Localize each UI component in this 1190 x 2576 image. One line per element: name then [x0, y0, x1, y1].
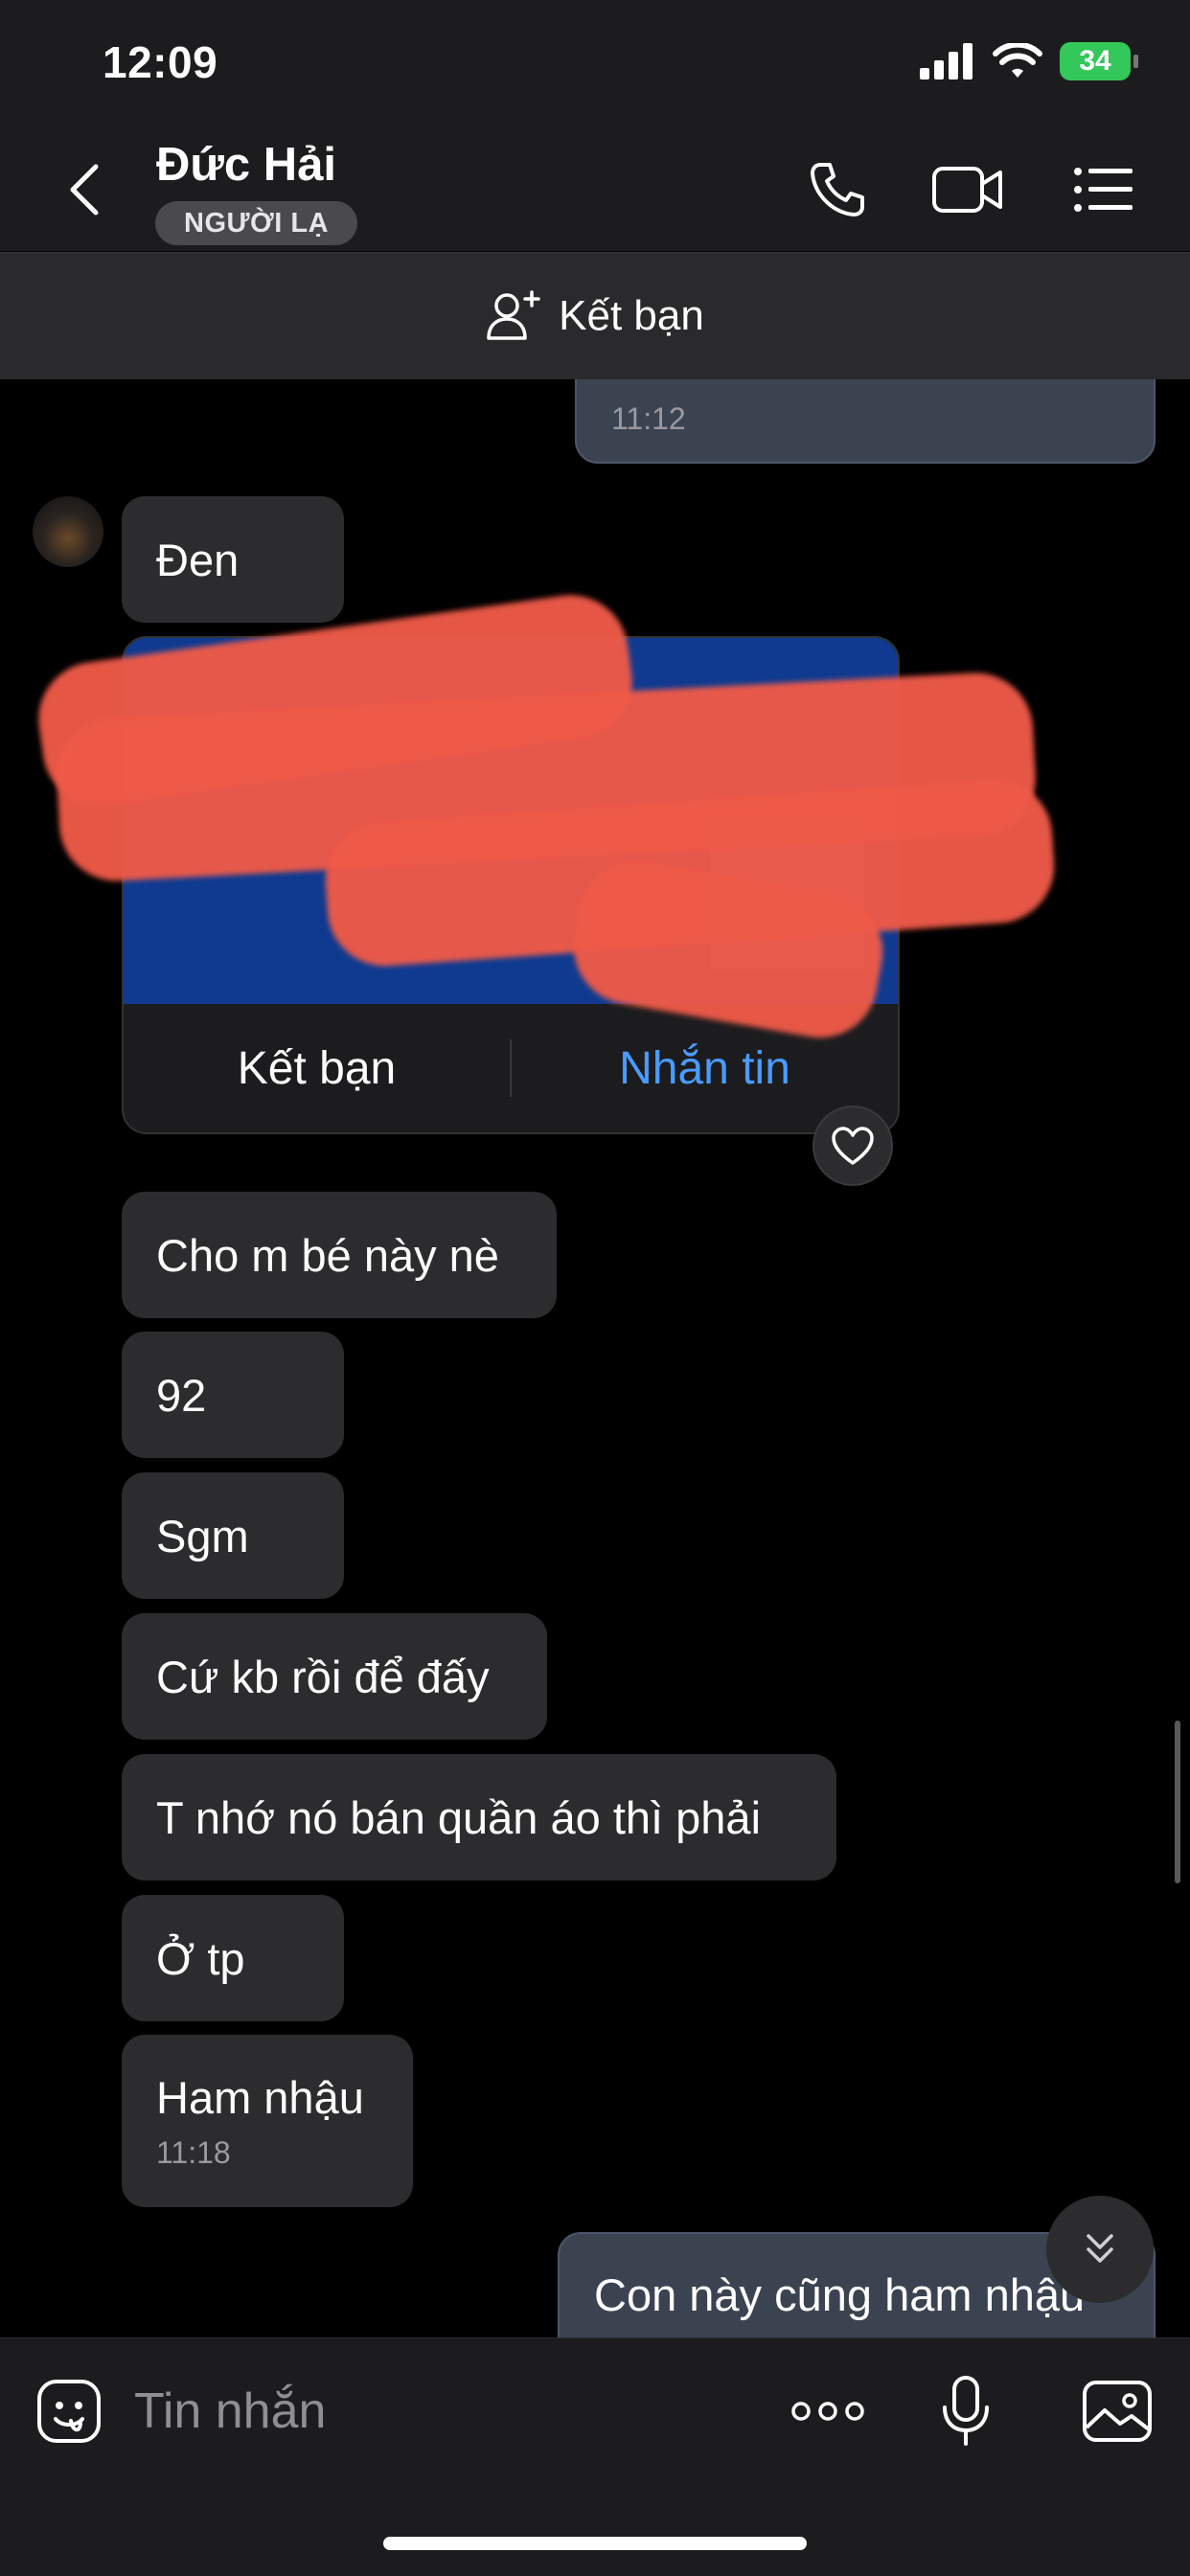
incoming-message[interactable]: Cứ kb rồi để đấy [122, 1613, 547, 1740]
incoming-message[interactable]: Đen [122, 496, 344, 623]
more-options-button[interactable] [790, 2373, 866, 2450]
outgoing-message[interactable]: 11:12 [575, 379, 1156, 464]
status-time: 12:09 [103, 37, 218, 87]
incoming-message[interactable]: T nhớ nó bán quần áo thì phải [122, 1754, 836, 1881]
add-user-icon [487, 290, 540, 340]
sticker-button[interactable] [31, 2373, 107, 2450]
voice-record-button[interactable] [927, 2373, 1004, 2450]
sticker-icon [37, 2380, 101, 2443]
scrollbar[interactable] [1175, 1721, 1180, 1883]
scroll-to-bottom-button[interactable] [1046, 2196, 1154, 2303]
back-button[interactable] [56, 161, 113, 218]
message-text: Con này cũng ham nhậu [594, 2269, 1086, 2320]
message-text: 92 [156, 1369, 207, 1421]
video-call-button[interactable] [931, 159, 1004, 220]
message-timestamp: 11:12 [611, 401, 686, 436]
message-input[interactable] [134, 2381, 728, 2442]
microphone-icon [943, 2376, 989, 2446]
more-dots-icon [791, 2402, 864, 2421]
card-message-button[interactable]: Nhắn tin [512, 1042, 898, 1095]
video-camera-icon [932, 167, 1002, 213]
incoming-message[interactable]: Ở tp [122, 1895, 344, 2021]
contact-name[interactable]: Đức Hải [156, 138, 336, 192]
incoming-message[interactable]: 92 [122, 1332, 344, 1458]
message-text: Ham nhậu [156, 2072, 364, 2123]
avatar[interactable] [33, 496, 103, 567]
heart-icon [832, 1127, 874, 1165]
message-text: T nhớ nó bán quần áo thì phải [156, 1791, 762, 1843]
image-icon [1083, 2381, 1152, 2442]
list-menu-icon [1074, 168, 1133, 212]
incoming-message[interactable]: Sgm [122, 1472, 344, 1599]
message-text: Đen [156, 534, 240, 585]
add-friend-label: Kết bạn [559, 292, 704, 339]
add-friend-bar[interactable]: Kết bạn [0, 252, 1190, 379]
battery-indicator: 34 [1060, 42, 1138, 80]
home-indicator [383, 2537, 807, 2550]
battery-level: 34 [1079, 45, 1111, 77]
message-timestamp: 11:18 [156, 2135, 231, 2170]
message-text: Cho m bé này nè [156, 1229, 499, 1281]
chevron-left-icon [70, 164, 99, 216]
stranger-badge: NGƯỜI LẠ [155, 201, 358, 245]
signal-icon [920, 43, 973, 80]
wifi-icon [993, 43, 1042, 78]
react-heart-button[interactable] [812, 1106, 893, 1186]
voice-call-button[interactable] [801, 159, 874, 220]
incoming-message[interactable]: Ham nhậu 11:18 [122, 2035, 413, 2207]
photo-button[interactable] [1079, 2373, 1156, 2450]
incoming-message[interactable]: Cho m bé này nè [122, 1192, 557, 1318]
chat-messages[interactable]: 11:12 Đen Kết bạn Nhắn tin Cho m bé này … [0, 379, 1190, 2337]
double-chevron-down-icon [1087, 2234, 1113, 2263]
message-text: Cứ kb rồi để đấy [156, 1651, 490, 1702]
top-bar: 12:09 34 Đức Hải NGƯỜI LẠ [0, 0, 1190, 251]
message-text: Ở tp [156, 1932, 245, 1984]
status-icons: 34 [920, 42, 1138, 80]
phone-icon [811, 163, 864, 217]
card-add-friend-button[interactable]: Kết bạn [124, 1042, 510, 1095]
options-menu-button[interactable] [1067, 159, 1140, 220]
message-text: Sgm [156, 1510, 249, 1562]
